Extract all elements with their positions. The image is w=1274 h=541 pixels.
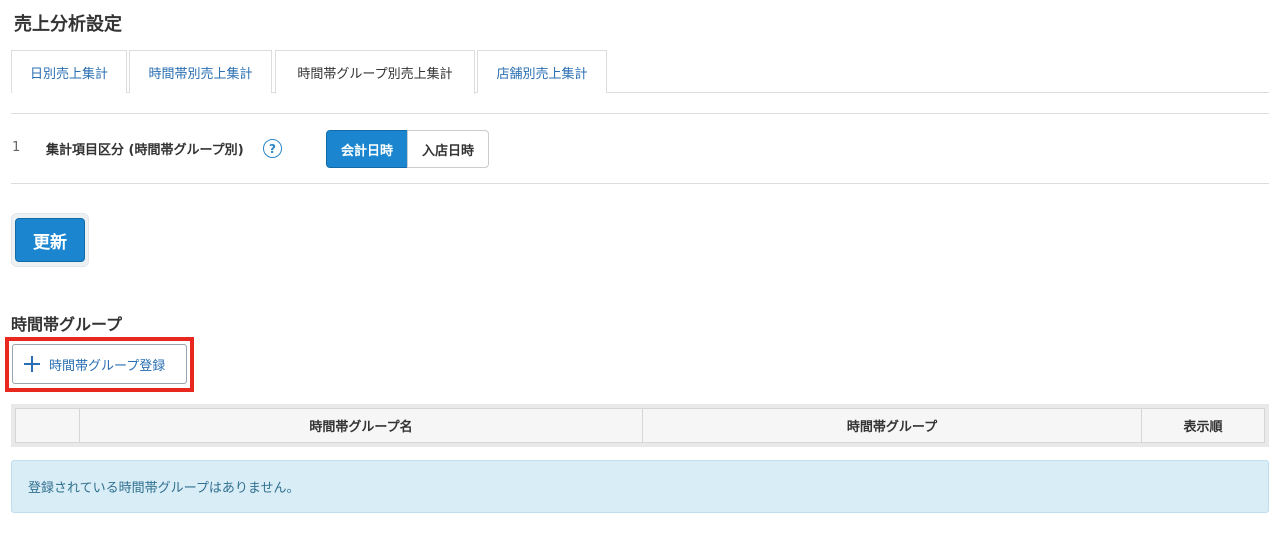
tab-store-sales[interactable]: 店舗別売上集計	[477, 50, 607, 93]
setting-number: 1	[12, 140, 21, 155]
add-time-group-label: 時間帯グループ登録	[49, 358, 166, 374]
help-icon[interactable]: ?	[263, 139, 282, 158]
tab-time-group-sales[interactable]: 時間帯グループ別売上集計	[275, 50, 475, 94]
divider	[11, 113, 1269, 114]
plus-icon	[24, 356, 40, 372]
option-entry-time[interactable]: 入店日時	[407, 130, 489, 168]
column-header-time-group: 時間帯グループ	[642, 408, 1142, 443]
section-title: 時間帯グループ	[11, 315, 123, 334]
empty-message: 登録されている時間帯グループはありません。	[11, 460, 1269, 513]
option-checkout-time[interactable]: 会計日時	[326, 130, 408, 168]
column-header-group-name: 時間帯グループ名	[79, 408, 643, 443]
update-button[interactable]: 更新	[15, 218, 85, 262]
tab-hourly-sales[interactable]: 時間帯別売上集計	[129, 50, 272, 93]
divider	[11, 183, 1269, 184]
tab-bar: 日別売上集計 時間帯別売上集計 時間帯グループ別売上集計 店舗別売上集計	[11, 50, 1269, 94]
setting-label: 集計項目区分 (時間帯グループ別)	[46, 143, 244, 158]
column-header-display-order: 表示順	[1141, 408, 1265, 443]
add-time-group-button[interactable]: 時間帯グループ登録	[12, 344, 187, 384]
column-header-select	[15, 408, 80, 443]
tab-daily-sales[interactable]: 日別売上集計	[11, 50, 127, 93]
time-group-table: 時間帯グループ名 時間帯グループ 表示順	[11, 404, 1269, 447]
page-title: 売上分析設定	[14, 14, 122, 35]
